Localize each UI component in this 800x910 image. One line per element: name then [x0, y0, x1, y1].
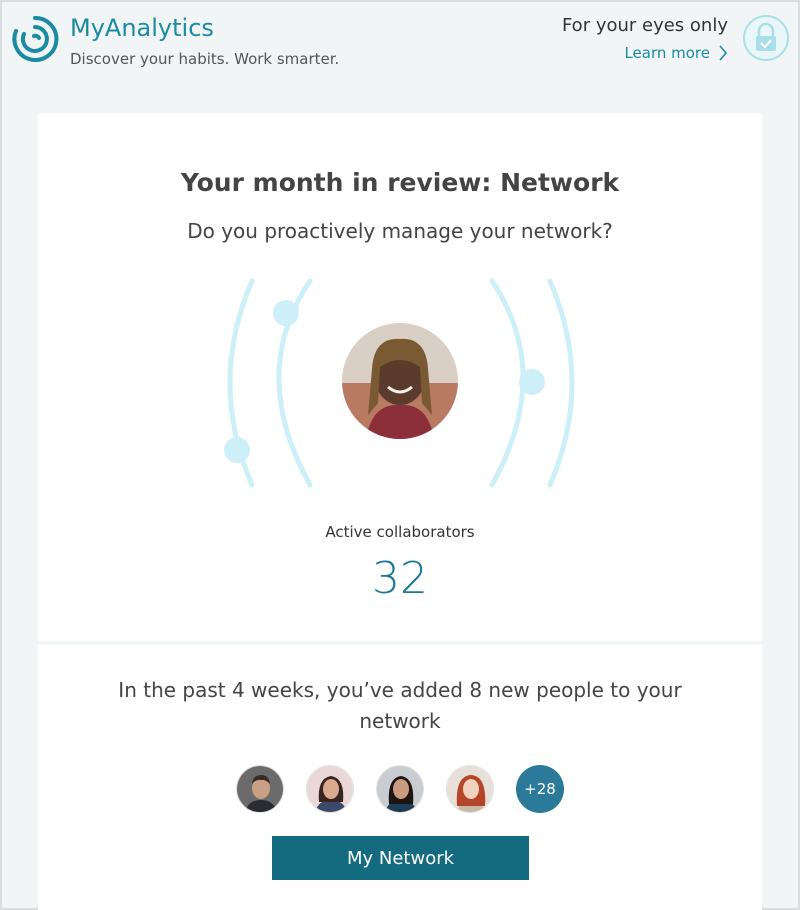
learn-more-link[interactable]: Learn more	[624, 44, 728, 62]
app-title: MyAnalytics	[70, 14, 214, 42]
node-right-inner	[519, 369, 545, 395]
person-avatar[interactable]	[446, 765, 494, 813]
card-subtitle: Do you proactively manage your network?	[187, 219, 613, 243]
user-avatar	[342, 323, 458, 439]
node-left-inner	[273, 300, 299, 326]
arc-right-outer	[547, 278, 575, 488]
person-avatar[interactable]	[236, 765, 284, 813]
new-people-row: +28	[38, 765, 762, 813]
review-card: Your month in review: Network Do you pro…	[38, 113, 762, 910]
my-network-button[interactable]: My Network	[272, 836, 529, 880]
metric-value: 32	[372, 553, 428, 604]
chevron-right-icon	[719, 45, 728, 61]
card-title: Your month in review: Network	[180, 168, 620, 197]
person-avatar[interactable]	[306, 765, 354, 813]
lock-icon	[743, 15, 789, 61]
metric-label: Active collaborators	[325, 523, 475, 541]
node-left-outer	[224, 437, 250, 463]
added-people-text: In the past 4 weeks, you’ve added 8 new …	[118, 678, 682, 733]
privacy-title: For your eyes only	[561, 15, 728, 36]
myanalytics-logo-icon	[12, 15, 59, 62]
more-people-badge[interactable]: +28	[516, 765, 564, 813]
learn-more-label: Learn more	[624, 44, 710, 62]
arc-right-inner	[489, 278, 526, 488]
person-avatar[interactable]	[376, 765, 424, 813]
section-divider	[38, 641, 762, 645]
app-tagline: Discover your habits. Work smarter.	[70, 50, 340, 68]
